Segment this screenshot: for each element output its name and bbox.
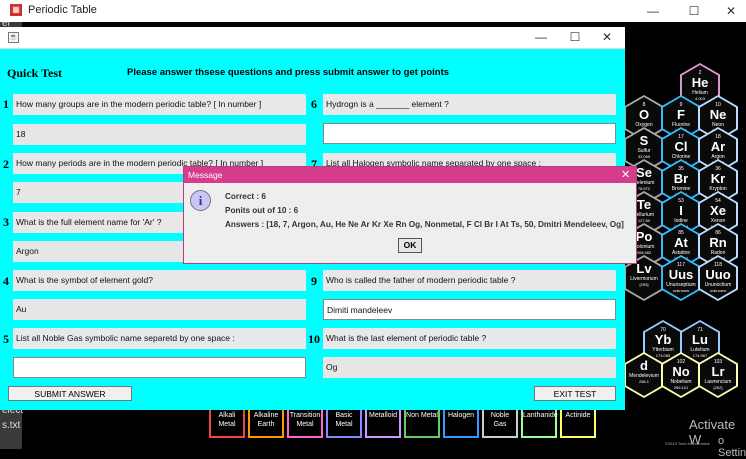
close-icon[interactable]: ✕ — [592, 28, 622, 46]
submit-answer-button[interactable]: SUBMIT ANSWER — [8, 386, 132, 401]
quiz-instructions: Please answer thsese questions and press… — [127, 67, 450, 78]
close-icon[interactable]: ✕ — [621, 167, 630, 183]
element-weight: 258.1 — [638, 379, 649, 384]
element-symbol: d — [640, 358, 648, 373]
element-symbol: No — [672, 364, 690, 379]
element-symbol: Yb — [654, 332, 672, 347]
answer-field[interactable]: Dimiti mandeleev — [323, 299, 616, 320]
question-text: List all Noble Gas symbolic name separet… — [13, 328, 306, 349]
main-window-title: Periodic Table — [28, 4, 97, 16]
element-symbol: At — [674, 235, 688, 250]
element-symbol: Br — [673, 171, 689, 186]
question-text: Hydrogn is a _______ element ? — [323, 94, 616, 115]
element-symbol: He — [691, 75, 709, 90]
ok-button[interactable]: OK — [398, 238, 422, 253]
question-text: How many groups are in the modern period… — [13, 94, 306, 115]
question-number: 3 — [3, 215, 9, 229]
message-dialog: Message ✕ i Correct : 6 Ponits out of 10… — [183, 166, 637, 264]
desktop-label: s.txt — [2, 420, 21, 431]
element-symbol: Kr — [710, 171, 726, 186]
dialog-title: Message — [188, 170, 223, 180]
element-symbol: I — [679, 203, 683, 218]
element-symbol: S — [639, 133, 649, 148]
question-number: 1 — [3, 97, 9, 111]
element-symbol: Uuo — [705, 267, 731, 282]
element-hex[interactable]: 117 Uus Ununseptium unknown — [661, 255, 701, 301]
element-hex[interactable]: 118 Uuo Ununoctium unknown — [698, 255, 738, 301]
answer-field[interactable]: Au — [13, 299, 306, 320]
element-symbol: Ar — [710, 139, 726, 154]
element-symbol: O — [638, 107, 650, 122]
element-symbol: Lv — [636, 261, 652, 276]
question-number: 4 — [3, 274, 9, 288]
dialog-titlebar[interactable]: Message ✕ — [184, 167, 636, 183]
answer-field[interactable]: Og — [323, 357, 616, 378]
element-symbol: Cl — [674, 139, 688, 154]
quiz-title: Quick Test — [7, 66, 63, 80]
element-weight: 259.101 — [673, 385, 689, 390]
legend-item: Noble Gas — [482, 406, 518, 438]
element-symbol: Ne — [709, 107, 727, 122]
element-symbol: Xe — [710, 203, 726, 218]
question-number: 6 — [311, 97, 317, 111]
element-symbol: F — [677, 107, 685, 122]
activation-watermark-sub: o Settin — [718, 435, 746, 459]
element-weight: [262] — [713, 385, 723, 390]
minimize-icon[interactable]: — — [526, 28, 556, 46]
element-weight: [293] — [639, 282, 649, 287]
legend-item: Alkali Metal — [209, 406, 245, 438]
legend-item: Halogen — [443, 406, 479, 438]
answer-field[interactable] — [323, 123, 616, 144]
points-text: Ponits out of 10 : 6 — [225, 206, 299, 215]
question-number: 5 — [3, 332, 9, 346]
answers-text: Answers : [18, 7, Argon, Au, He Ne Ar Kr… — [225, 220, 624, 229]
app-icon: ▦ — [10, 4, 22, 16]
legend-item: Alkaline Earth — [248, 406, 284, 438]
legend-item: Transition Metal — [287, 406, 323, 438]
element-symbol: Lu — [692, 332, 708, 347]
maximize-icon[interactable]: ☐ — [560, 28, 590, 46]
question-text: What is the last element of periodic tab… — [323, 328, 616, 349]
question-text: What is the symbol of element gold? — [13, 270, 306, 291]
exit-test-button[interactable]: EXIT TEST — [534, 386, 616, 401]
legend-item: Metalloid — [365, 406, 401, 438]
answer-field[interactable] — [13, 357, 306, 378]
element-weight: unknown — [709, 288, 726, 293]
element-symbol: Rn — [709, 235, 727, 250]
question-number: 9 — [311, 274, 317, 288]
copyright-text: ©2015 Todd Helmenstine — [665, 441, 710, 446]
answer-field[interactable]: 18 — [13, 124, 306, 145]
correct-count: Correct : 6 — [225, 192, 266, 201]
java-icon: ☕ — [8, 32, 19, 43]
minimize-icon[interactable]: — — [638, 2, 668, 20]
element-weight: 32.065 — [637, 154, 651, 159]
legend-item: Actinide — [560, 406, 596, 438]
maximize-icon[interactable]: ☐ — [679, 2, 709, 20]
legend-item: Non Metal — [404, 406, 440, 438]
legend-item: Basic Metal — [326, 406, 362, 438]
info-icon: i — [190, 190, 211, 211]
element-symbol: Lr — [711, 364, 725, 379]
close-icon[interactable]: ✕ — [716, 2, 746, 20]
quiz-window-titlebar[interactable]: ☕ — ☐ ✕ — [0, 27, 625, 49]
question-number: 2 — [3, 157, 9, 171]
legend-item: Lanthanide — [521, 406, 558, 438]
element-weight: unknown — [672, 288, 689, 293]
question-number: 10 — [308, 332, 320, 346]
question-text: Who is called the father of modern perio… — [323, 270, 616, 291]
element-symbol: Uus — [668, 267, 694, 282]
main-window-titlebar[interactable]: ▦ Periodic Table — ☐ ✕ — [0, 0, 746, 22]
